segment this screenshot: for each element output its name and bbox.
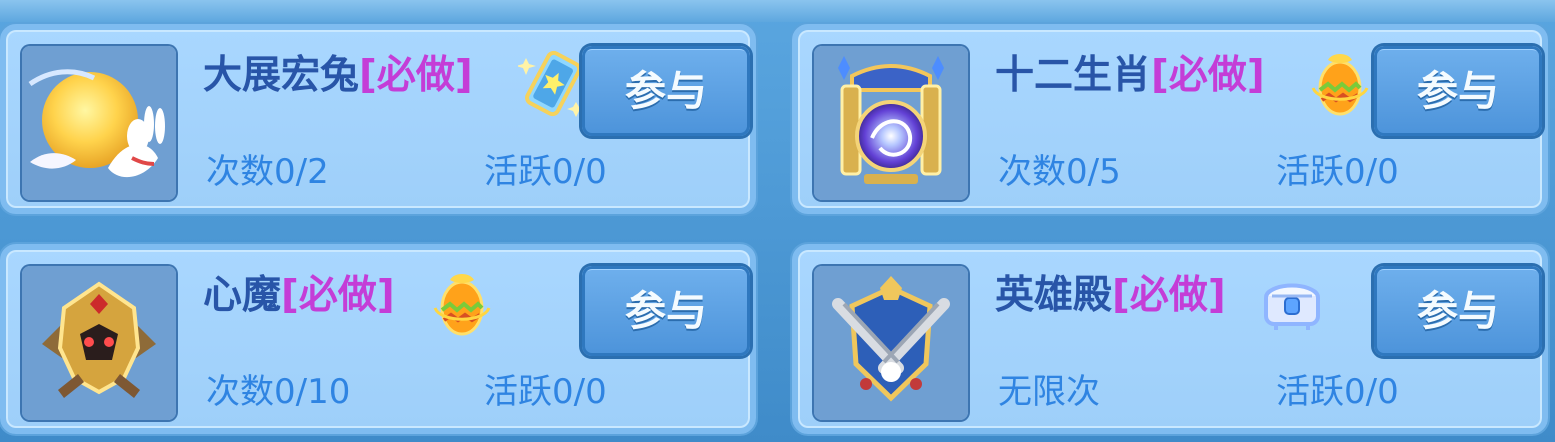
blue-card-icon <box>518 50 585 117</box>
activity-title-line: 大展宏兔[必做] <box>203 52 473 100</box>
must-do-tag: [必做] <box>281 273 395 318</box>
activity-icon-frame <box>22 266 176 420</box>
gold-egg-icon <box>1311 54 1369 116</box>
join-button[interactable]: 参与 <box>1374 266 1542 356</box>
activity-title-line: 英雄殿[必做] <box>995 272 1226 320</box>
activity-title: 十二生肖 <box>995 53 1152 98</box>
activity-card-rabbit: 大展宏兔[必做] 参与 次数0/2 活跃0/0 <box>0 24 756 214</box>
zodiac-portal-icon <box>814 46 968 200</box>
reward-item <box>1304 48 1376 120</box>
hero-shield-icon <box>814 266 968 420</box>
must-do-tag: [必做] <box>359 53 473 98</box>
activity-title-line: 心魔[必做] <box>203 272 395 320</box>
must-do-tag: [必做] <box>1151 53 1265 98</box>
demon-helmet-icon <box>22 266 176 420</box>
reward-item <box>518 48 590 120</box>
join-button[interactable]: 参与 <box>582 46 750 136</box>
attempt-count: 次数0/5 <box>998 152 1121 192</box>
attempt-count: 无限次 <box>998 372 1100 412</box>
activity-points: 活跃0/0 <box>484 372 607 412</box>
activity-icon-frame <box>814 266 968 420</box>
reward-item <box>1256 268 1328 340</box>
activity-title-line: 十二生肖[必做] <box>995 52 1265 100</box>
activity-points: 活跃0/0 <box>1276 152 1399 192</box>
reward-item <box>426 268 498 340</box>
activity-icon-frame <box>22 46 176 200</box>
activity-card-demon: 心魔[必做] 参与 次数0/10 活跃0/0 <box>0 244 756 434</box>
activity-title: 心魔 <box>203 273 282 318</box>
silver-chest-icon <box>1264 283 1320 330</box>
join-button[interactable]: 参与 <box>1374 46 1542 136</box>
gold-egg-icon <box>433 274 491 336</box>
activity-panel: 大展宏兔[必做] 参与 次数0/2 活跃0/0 十二生肖[必做] 参与 次数0/… <box>0 0 1555 442</box>
activity-points: 活跃0/0 <box>1276 372 1399 412</box>
activity-card-zodiac: 十二生肖[必做] 参与 次数0/5 活跃0/0 <box>792 24 1548 214</box>
attempt-count: 次数0/2 <box>206 152 329 192</box>
attempt-count: 次数0/10 <box>206 372 351 412</box>
activity-title: 大展宏兔 <box>203 53 360 98</box>
activity-title: 英雄殿 <box>995 273 1113 318</box>
must-do-tag: [必做] <box>1112 273 1226 318</box>
join-button[interactable]: 参与 <box>582 266 750 356</box>
activity-points: 活跃0/0 <box>484 152 607 192</box>
top-strip <box>0 0 1555 22</box>
rabbit-moon-icon <box>22 46 176 200</box>
activity-card-hero-hall: 英雄殿[必做] 参与 无限次 活跃0/0 <box>792 244 1548 434</box>
activity-icon-frame <box>814 46 968 200</box>
